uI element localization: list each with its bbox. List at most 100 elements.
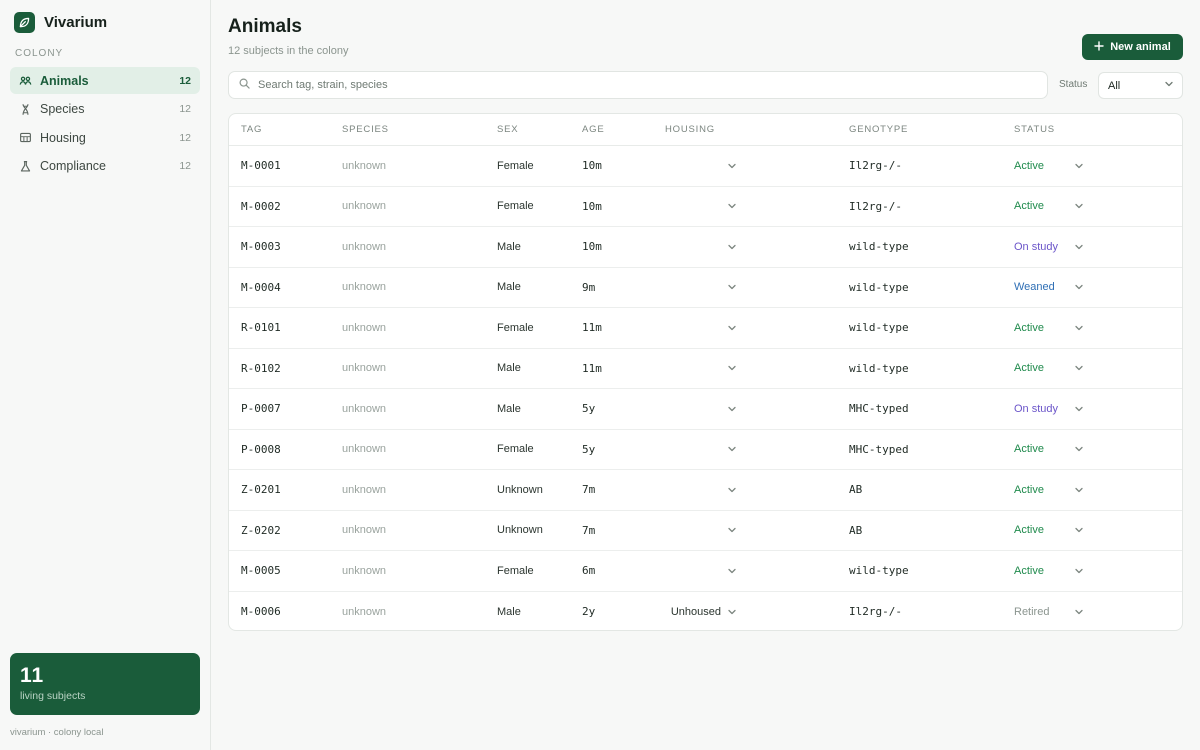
- living-count: 11: [20, 664, 45, 687]
- table-row[interactable]: M-0004 unknown Male 9m wild-type Weaned: [229, 268, 1182, 308]
- status-select[interactable]: Active: [1014, 200, 1084, 212]
- sidebar-item-animals[interactable]: Animals 12: [10, 67, 200, 94]
- status-select[interactable]: Active: [1014, 362, 1084, 374]
- table-row[interactable]: P-0008 unknown Female 5y MHC-typed Activ…: [229, 430, 1182, 470]
- new-animal-button[interactable]: New animal: [1082, 34, 1183, 60]
- status-value: Active: [1014, 443, 1044, 456]
- status-value: Active: [1014, 321, 1044, 334]
- status-select[interactable]: Active: [1014, 484, 1084, 496]
- chevron-down-icon: [1074, 323, 1084, 333]
- status-select[interactable]: Active: [1014, 160, 1084, 172]
- status-value: Active: [1014, 564, 1044, 577]
- brand[interactable]: Vivarium: [14, 12, 107, 33]
- search-box[interactable]: [228, 71, 1048, 99]
- sex-cell: Male: [497, 605, 521, 618]
- column-header-genotype[interactable]: GENOTYPE: [849, 124, 1014, 135]
- genotype-cell: Il2rg-/-: [849, 159, 902, 173]
- housing-select[interactable]: [665, 404, 737, 414]
- status-select[interactable]: Active: [1014, 322, 1084, 334]
- table-row[interactable]: P-0007 unknown Male 5y MHC-typed On stud…: [229, 389, 1182, 430]
- status-select[interactable]: Active: [1014, 565, 1084, 577]
- table-row[interactable]: M-0005 unknown Female 6m wild-type Activ…: [229, 551, 1182, 592]
- table-row[interactable]: M-0003 unknown Male 10m wild-type On stu…: [229, 227, 1182, 268]
- species-cell: unknown: [342, 240, 387, 253]
- column-header-tag[interactable]: TAG: [229, 124, 342, 135]
- search-input[interactable]: [258, 79, 1018, 91]
- sex-cell: Female: [497, 443, 534, 456]
- status-select[interactable]: On study: [1014, 241, 1084, 253]
- housing-select[interactable]: [665, 323, 737, 333]
- page-subtitle: 12 subjects in the colony: [228, 45, 349, 57]
- housing-select[interactable]: [665, 201, 737, 211]
- housing-select[interactable]: [665, 282, 737, 292]
- species-cell: unknown: [342, 564, 387, 577]
- genotype-cell: Il2rg-/-: [849, 199, 902, 213]
- status-value: Active: [1014, 159, 1044, 172]
- sex-cell: Female: [497, 159, 534, 172]
- chevron-down-icon: [727, 404, 737, 414]
- tag-cell: R-0101: [241, 321, 281, 335]
- housing-select[interactable]: [665, 242, 737, 252]
- column-header-species[interactable]: SPECIES: [342, 124, 497, 135]
- housing-select[interactable]: [665, 485, 737, 495]
- table-row[interactable]: R-0101 unknown Female 11m wild-type Acti…: [229, 308, 1182, 349]
- tag-cell: M-0003: [241, 240, 281, 254]
- paw-icon: [18, 74, 32, 88]
- table-row[interactable]: R-0102 unknown Male 11m wild-type Active: [229, 349, 1182, 389]
- housing-select[interactable]: [665, 566, 737, 576]
- chevron-down-icon: [727, 485, 737, 495]
- sex-cell: Female: [497, 564, 534, 577]
- app-name: Vivarium: [44, 14, 108, 31]
- status-select[interactable]: Retired: [1014, 606, 1084, 618]
- table-row[interactable]: M-0001 unknown Female 10m Il2rg-/- Activ…: [229, 146, 1182, 187]
- status-value: Retired: [1014, 605, 1050, 618]
- sex-cell: Female: [497, 321, 534, 334]
- table-header: TAG SPECIES SEX AGE HOUSING GENOTYPE STA…: [229, 114, 1182, 146]
- sex-cell: Male: [497, 281, 521, 294]
- status-select[interactable]: On study: [1014, 403, 1084, 415]
- table-row[interactable]: M-0002 unknown Female 10m Il2rg-/- Activ…: [229, 187, 1182, 227]
- sex-cell: Male: [497, 402, 521, 415]
- sidebar-item-species[interactable]: Species 12: [10, 96, 200, 123]
- chevron-down-icon: [727, 363, 737, 373]
- genotype-cell: wild-type: [849, 321, 909, 335]
- housing-select[interactable]: Unhoused: [665, 606, 737, 618]
- housing-select[interactable]: [665, 444, 737, 454]
- animals-table: TAG SPECIES SEX AGE HOUSING GENOTYPE STA…: [228, 113, 1183, 631]
- status-select[interactable]: Active: [1014, 524, 1084, 536]
- tag-cell: M-0006: [241, 605, 281, 619]
- species-cell: unknown: [342, 321, 387, 334]
- housing-select[interactable]: [665, 363, 737, 373]
- column-header-status[interactable]: STATUS: [1014, 124, 1182, 135]
- column-header-sex[interactable]: SEX: [497, 124, 582, 135]
- sex-cell: Unknown: [497, 483, 543, 496]
- age-cell: 10m: [582, 199, 602, 213]
- chevron-down-icon: [1074, 607, 1084, 617]
- status-select[interactable]: Active: [1014, 443, 1084, 455]
- genotype-cell: AB: [849, 483, 863, 497]
- housing-select[interactable]: [665, 161, 737, 171]
- nav-section-label: COLONY: [15, 48, 64, 59]
- tag-cell: Z-0201: [241, 483, 281, 497]
- table-row[interactable]: Z-0202 unknown Unknown 7m AB Active: [229, 511, 1182, 551]
- sex-cell: Male: [497, 240, 521, 253]
- sidebar-item-compliance[interactable]: Compliance 12: [10, 153, 200, 180]
- species-cell: unknown: [342, 159, 387, 172]
- genotype-cell: wild-type: [849, 280, 909, 294]
- status-select[interactable]: Weaned: [1014, 281, 1084, 293]
- dna-icon: [18, 102, 32, 116]
- genotype-cell: Il2rg-/-: [849, 605, 902, 619]
- status-filter-select[interactable]: All: [1098, 72, 1183, 99]
- living-label: living subjects: [20, 690, 86, 702]
- column-header-housing[interactable]: HOUSING: [665, 124, 849, 135]
- tag-cell: M-0005: [241, 564, 281, 578]
- table-row[interactable]: Z-0201 unknown Unknown 7m AB Active: [229, 470, 1182, 511]
- chevron-down-icon: [1074, 485, 1084, 495]
- footer-note: vivarium · colony local: [10, 727, 104, 738]
- sidebar-item-housing[interactable]: Housing 12: [10, 124, 200, 151]
- status-filter-value: All: [1108, 79, 1121, 92]
- housing-select[interactable]: [665, 525, 737, 535]
- column-header-age[interactable]: AGE: [582, 124, 665, 135]
- genotype-cell: MHC-typed: [849, 442, 909, 456]
- table-row[interactable]: M-0006 unknown Male 2y Unhoused Il2rg-/-…: [229, 592, 1182, 631]
